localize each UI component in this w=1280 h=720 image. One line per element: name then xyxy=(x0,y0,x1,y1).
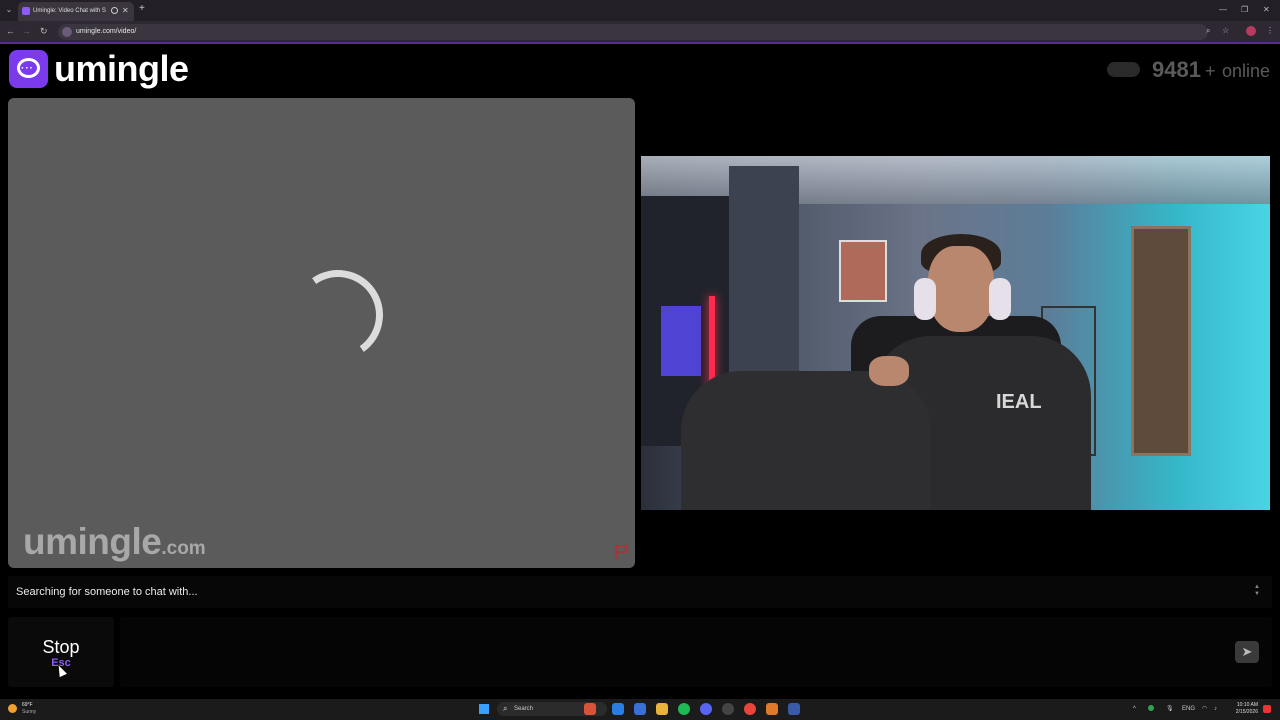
stranger-video-panel: umingle.com xyxy=(8,98,635,568)
minimize-icon[interactable]: — xyxy=(1219,4,1227,16)
file-explorer-icon[interactable] xyxy=(656,703,668,715)
umingle-logo-icon[interactable]: ··· xyxy=(9,50,48,88)
dots-icon: ··· xyxy=(21,63,34,74)
weather-temp: 69°F xyxy=(22,702,33,708)
copilot-icon[interactable] xyxy=(634,703,646,715)
video-neon-light xyxy=(661,306,701,376)
back-icon[interactable]: ← xyxy=(6,26,15,37)
browser-tab-bar: ⌄ Umingle: Video Chat with S ✕ + — ❐ ✕ xyxy=(0,0,1280,21)
headphone-left xyxy=(914,278,936,320)
browser-menu-icon[interactable]: ⋮ xyxy=(1266,25,1274,37)
reload-icon[interactable]: ↻ xyxy=(40,26,48,37)
zoom-icon[interactable]: ⌕ xyxy=(1206,25,1210,37)
weather-sun-icon[interactable] xyxy=(8,704,17,713)
self-video-feed: IEAL xyxy=(641,156,1270,510)
profile-avatar[interactable] xyxy=(1246,26,1256,36)
clock-time[interactable]: 10:10 AM xyxy=(1228,702,1258,709)
online-toggle[interactable] xyxy=(1107,62,1140,77)
app-icon[interactable] xyxy=(766,703,778,715)
tray-overflow-icon[interactable]: ^ xyxy=(1133,705,1136,713)
wifi-icon[interactable]: ◠ xyxy=(1202,705,1207,713)
scroll-arrows-icon[interactable]: ▲ ▼ xyxy=(1254,584,1260,598)
video-person-head xyxy=(928,246,994,332)
loading-spinner xyxy=(285,262,391,368)
stop-label: Stop xyxy=(42,637,80,657)
discord-icon[interactable] xyxy=(700,703,712,715)
online-count: 9481 xyxy=(1152,57,1201,82)
video-door xyxy=(1131,226,1191,456)
windows-start-icon[interactable] xyxy=(479,704,489,714)
headphone-right xyxy=(989,278,1011,320)
edge-icon[interactable] xyxy=(612,703,624,715)
settings-icon[interactable] xyxy=(722,703,734,715)
tab-search-icon[interactable]: ⌄ xyxy=(4,5,14,15)
bookmark-star-icon[interactable]: ☆ xyxy=(1222,25,1229,37)
volume-icon[interactable]: ♪ xyxy=(1214,705,1217,713)
forward-icon[interactable]: → xyxy=(22,26,31,37)
url-field[interactable]: umingle.com/video/ xyxy=(58,24,1208,40)
taskbar-search-label: Search xyxy=(514,706,534,712)
page-top-divider xyxy=(0,42,1280,44)
chrome-icon[interactable] xyxy=(744,703,756,715)
online-label: online xyxy=(1222,61,1271,81)
status-text: Searching for someone to chat with... xyxy=(16,586,198,598)
umingle-favicon-icon xyxy=(22,7,30,15)
report-flag-icon[interactable] xyxy=(614,544,628,560)
tab-close-icon[interactable]: ✕ xyxy=(122,5,129,17)
watermark-main: umingle xyxy=(23,521,162,562)
spotify-icon[interactable] xyxy=(678,703,690,715)
steam-icon[interactable] xyxy=(788,703,800,715)
chat-message-input[interactable]: ➤ xyxy=(120,617,1272,687)
new-tab-icon[interactable]: + xyxy=(139,3,145,15)
browser-address-bar: ← → ↻ umingle.com/video/ ⌕ ☆ ⋮ xyxy=(0,21,1280,42)
tray-app-icon[interactable] xyxy=(1148,705,1154,711)
watermark-suffix: .com xyxy=(161,538,206,559)
chat-status-bar: Searching for someone to chat with... ▲ ▼ xyxy=(8,576,1272,608)
send-icon[interactable]: ➤ xyxy=(1235,641,1259,663)
recording-icon xyxy=(111,7,118,14)
logo-text[interactable]: umingle xyxy=(54,48,189,90)
url-text: umingle.com/video/ xyxy=(76,28,137,35)
microphone-icon[interactable]: 🎙 xyxy=(1166,705,1174,713)
tab-title: Umingle: Video Chat with S xyxy=(33,8,106,14)
window-close-icon[interactable]: ✕ xyxy=(1263,4,1270,16)
video-hoodie-print: IEAL xyxy=(996,391,1042,413)
video-person-hand xyxy=(869,356,909,386)
browser-tab[interactable]: Umingle: Video Chat with S ✕ xyxy=(18,2,134,21)
weather-desc: Sunny xyxy=(22,709,37,715)
video-person-knee xyxy=(681,371,931,510)
tray-language[interactable]: ENG xyxy=(1182,705,1195,713)
watermark: umingle.com xyxy=(23,520,206,572)
video-poster xyxy=(839,240,887,302)
taskbar-app-icon[interactable] xyxy=(584,703,596,715)
site-info-icon[interactable] xyxy=(62,27,72,37)
online-plus: + xyxy=(1205,61,1216,81)
os-taskbar: 69°F Sunny ⌕ Search ^ 🎙 ENG ◠ ♪ 10:10 AM… xyxy=(0,699,1280,720)
restore-icon[interactable]: ❐ xyxy=(1241,4,1248,16)
search-icon: ⌕ xyxy=(503,704,508,713)
clock-date[interactable]: 2/15/2026 xyxy=(1228,709,1258,716)
notification-icon[interactable] xyxy=(1263,705,1271,713)
